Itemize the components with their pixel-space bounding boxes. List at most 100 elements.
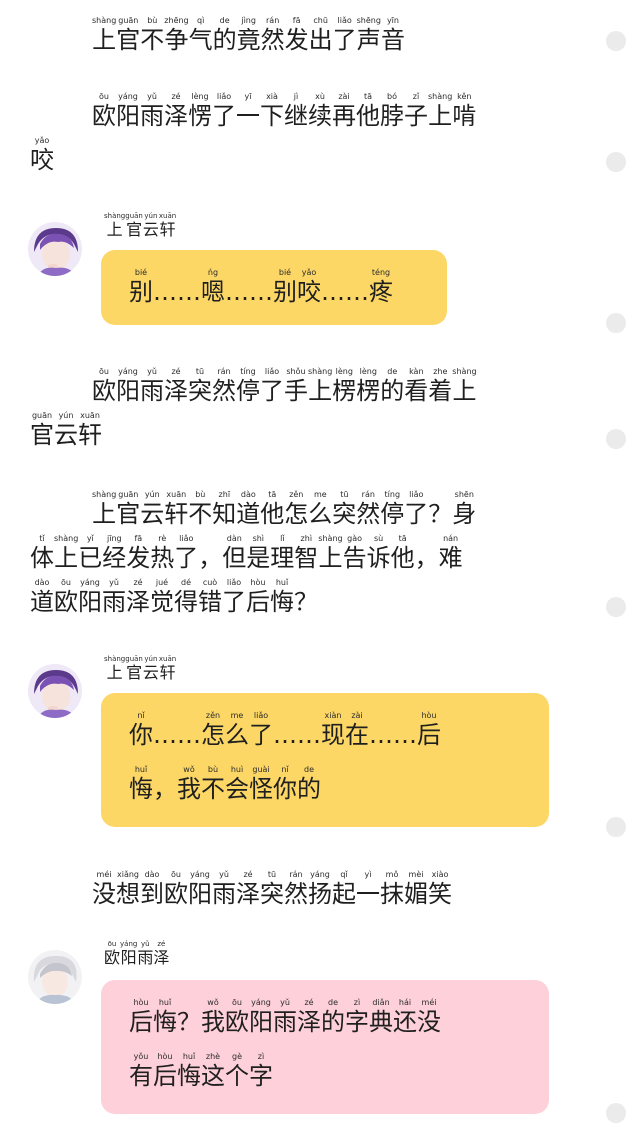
char-unit: shǒu 手 <box>284 367 308 405</box>
hanzi: 音 <box>380 26 405 54</box>
char-unit: yī 一 <box>236 92 260 130</box>
hanzi: 悔 <box>177 1062 201 1090</box>
char-unit: xuān 轩 <box>164 490 188 528</box>
char-unit: shēn 身 <box>452 490 476 528</box>
pinyin: hòu <box>157 1052 173 1061</box>
char-unit: yáng 阳 <box>249 998 273 1036</box>
pinyin: yáng <box>190 870 210 879</box>
avatar[interactable] <box>28 222 82 276</box>
pinyin: ńg <box>207 268 219 277</box>
char-unit: tā 他 <box>391 534 415 572</box>
pinyin: xuān <box>80 411 100 420</box>
narration-5-line-1: méi 没 xiǎng 想 dào 到 ōu 欧 yáng 阳 yǔ 雨 zé 泽 tū 突 rán 然 yáng 扬… <box>92 870 452 908</box>
pinyin: yī <box>244 92 252 101</box>
hanzi: 后 <box>153 1062 177 1090</box>
char-unit: zé 泽 <box>126 578 150 616</box>
pinyin: zé <box>171 92 181 101</box>
message-3-line-2: yǒu 有 hòu 后 huǐ 悔 zhè 这 gè 个 zì 字 <box>129 1052 273 1090</box>
hanzi: 悔 <box>153 1008 177 1036</box>
scroll-dot[interactable] <box>606 152 626 172</box>
hanzi: 后 <box>129 1008 153 1036</box>
hanzi: 轩 <box>159 220 176 239</box>
hanzi: 继 <box>284 102 308 130</box>
char-unit: jì 继 <box>284 92 308 130</box>
scroll-dot[interactable] <box>606 817 626 837</box>
hanzi: 阳 <box>78 588 102 616</box>
char-unit: chū 出 <box>309 16 333 54</box>
hanzi: 么 <box>308 500 333 528</box>
avatar[interactable] <box>28 664 82 718</box>
pinyin: shàng <box>92 490 117 499</box>
char-unit: xià 下 <box>260 92 284 130</box>
pinyin: shàng <box>92 16 117 25</box>
char-unit: dé 得 <box>174 578 198 616</box>
pinyin: kěn <box>457 92 472 101</box>
hanzi: 欧 <box>225 1008 249 1036</box>
char-unit: guān 官 <box>125 212 143 239</box>
char-unit: téng 疼 <box>369 268 393 306</box>
char-unit: yún 云 <box>143 212 159 239</box>
scroll-dot[interactable] <box>606 1103 626 1123</box>
hanzi: 云 <box>142 220 159 239</box>
hanzi: 子 <box>404 102 428 130</box>
scroll-dot[interactable] <box>606 597 626 617</box>
pinyin: xiào <box>431 870 449 879</box>
char-unit: cuò 错 <box>198 578 222 616</box>
hanzi: 竟 <box>236 26 261 54</box>
pinyin: yì <box>364 870 372 879</box>
pinyin: rán <box>289 870 303 879</box>
scroll-dot[interactable] <box>606 31 626 51</box>
pinyin: yún <box>144 490 160 499</box>
hanzi: 字 <box>345 1008 369 1036</box>
message-bubble-1[interactable]: bié 别…… ńg 嗯…… bié 别 yǎo 咬…… téng 疼 <box>101 250 447 325</box>
hanzi: 后 <box>417 721 441 749</box>
message-bubble-2[interactable]: nǐ 你…… zěn 怎 me 么 liǎo 了…… xiàn 现 zài 在…… hòu 后 huǐ 悔，… <box>101 693 549 827</box>
pinyin: de <box>219 16 230 25</box>
hanzi: 停 <box>236 377 260 405</box>
hanzi: ？ <box>428 500 453 528</box>
hanzi: 的 <box>380 377 405 405</box>
avatar[interactable] <box>28 950 82 1004</box>
hanzi: 雨 <box>212 880 236 908</box>
char-unit: lèng 愣 <box>188 92 212 130</box>
hanzi: 上 <box>92 500 117 528</box>
char-unit: …… <box>225 268 273 306</box>
pinyin: zhe <box>433 367 448 376</box>
hanzi: …… <box>153 278 201 306</box>
pinyin: liǎo <box>409 490 424 499</box>
pinyin: liǎo <box>179 534 194 543</box>
hanzi: 怎 <box>201 721 225 749</box>
white-hair-avatar-icon <box>28 950 82 1004</box>
pinyin: guài <box>252 765 270 774</box>
hanzi: 上 <box>452 377 477 405</box>
hanzi: 理 <box>270 544 295 572</box>
pinyin: yáng <box>310 870 330 879</box>
pinyin: liǎo <box>253 711 269 720</box>
narration-1: shàng 上 guān 官 bù 不 zhēng 争 qì 气 de 的 jìng 竟 rán 然 fā 发 ch… <box>0 16 600 56</box>
scroll-dot[interactable] <box>606 429 626 449</box>
pinyin: yǐ <box>86 534 94 543</box>
hanzi: 发 <box>284 26 309 54</box>
hanzi: 别 <box>273 278 297 306</box>
pinyin: tū <box>340 490 349 499</box>
char-unit: jìng 竟 <box>237 16 261 54</box>
char-unit: yǎo 咬 <box>30 136 54 174</box>
hanzi: 雨 <box>273 1008 297 1036</box>
hanzi: 热 <box>150 544 175 572</box>
char-unit: méi 没 <box>417 998 441 1036</box>
hanzi: 难 <box>438 544 463 572</box>
char-unit: mèi 媚 <box>404 870 428 908</box>
pinyin: shàng <box>308 367 333 376</box>
hanzi: 了 <box>260 377 284 405</box>
message-bubble-3[interactable]: hòu 后 huǐ 悔？ wǒ 我 ōu 欧 yáng 阳 yǔ 雨 zé 泽 de 的 zì 字 diǎn 典 hái… <box>101 980 549 1114</box>
char-unit: tā 他 <box>260 490 284 528</box>
hanzi: 阳 <box>120 948 137 967</box>
scroll-dot[interactable] <box>606 313 626 333</box>
pinyin: méi <box>421 998 437 1007</box>
pinyin: xiǎng <box>116 870 139 879</box>
hanzi: 经 <box>102 544 127 572</box>
pinyin: huǐ <box>158 998 172 1007</box>
char-unit: …… <box>153 711 201 749</box>
hanzi: 得 <box>174 588 198 616</box>
char-unit: hòu 后 <box>417 711 441 749</box>
